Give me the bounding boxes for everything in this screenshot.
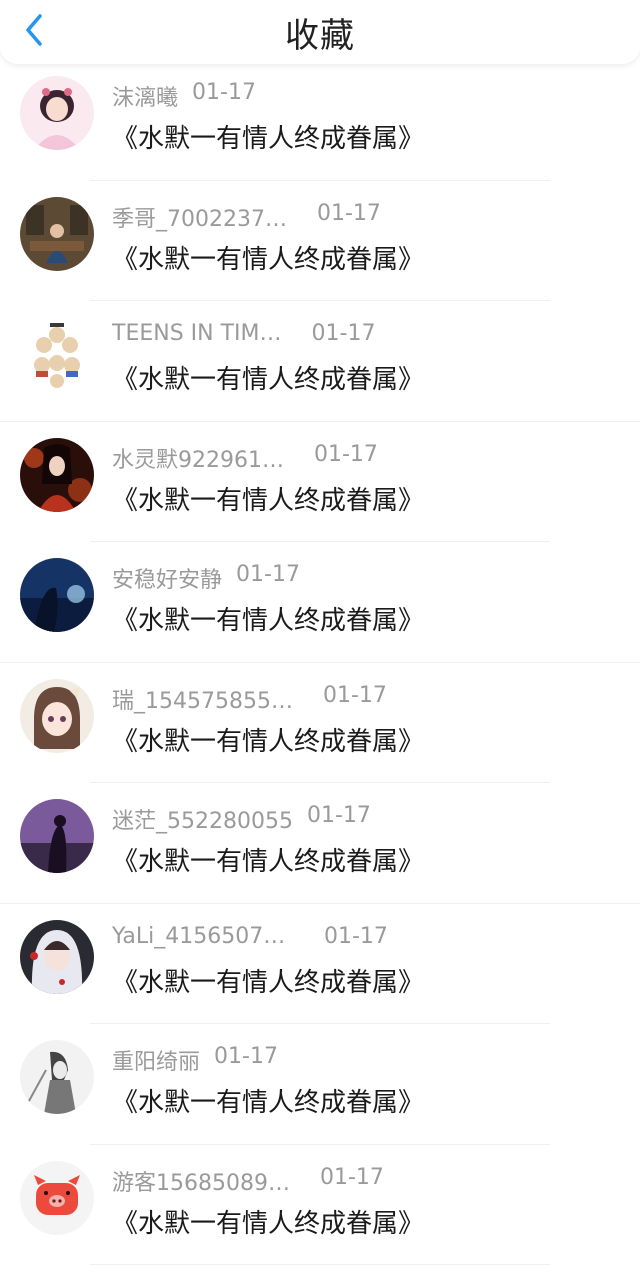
favorites-list: 沫漓曦 01-17 《水默一有情人终成眷属》 季哥_7002237… 01-17 《…	[0, 60, 640, 1265]
item-meta: 沫漓曦 01-17	[112, 80, 256, 111]
item-meta: 季哥_7002237… 01-17	[112, 200, 381, 232]
work-title[interactable]: 《水默一有情人终成眷属》	[112, 1203, 424, 1240]
item-meta: 瑞_154575855… 01-17	[112, 682, 387, 714]
item-date: 01-17	[236, 562, 300, 587]
bride-girl-avatar[interactable]	[20, 919, 94, 994]
work-title[interactable]: 《水默一有情人终成眷属》	[112, 721, 424, 758]
work-title[interactable]: 《水默一有情人终成眷属》	[112, 239, 424, 276]
work-title[interactable]: 《水默一有情人终成眷属》	[112, 118, 424, 155]
user-name: 沫漓曦	[112, 86, 179, 111]
sunset-silhouette-avatar[interactable]	[20, 799, 94, 873]
user-name: TEENS IN TIM…	[112, 321, 282, 346]
list-item[interactable]: 重阳绮丽 01-17 《水默一有情人终成眷属》	[0, 1024, 640, 1145]
list-item[interactable]: 季哥_7002237… 01-17 《水默一有情人终成眷属》	[0, 181, 640, 301]
room-portrait-avatar[interactable]	[20, 196, 94, 271]
top-bar: 收藏	[0, 0, 640, 64]
user-name: 游客15685089…	[112, 1170, 290, 1196]
item-date: 01-17	[316, 200, 381, 226]
user-name: 迷茫_552280055	[112, 809, 293, 834]
work-title[interactable]: 《水默一有情人终成眷属》	[112, 962, 424, 999]
group-cartoon-avatar[interactable]	[20, 317, 94, 391]
item-date: 01-17	[306, 803, 371, 828]
page-title: 收藏	[285, 16, 355, 56]
item-date: 01-17	[313, 441, 378, 467]
night-sky-avatar[interactable]	[20, 558, 94, 632]
divider	[90, 1264, 550, 1265]
list-item[interactable]: 游客15685089… 01-17 《水默一有情人终成眷属》	[0, 1145, 640, 1265]
item-meta: 重阳绮丽 01-17	[112, 1044, 278, 1075]
pig-emoji-avatar[interactable]	[20, 1160, 94, 1235]
list-item[interactable]: 沫漓曦 01-17 《水默一有情人终成眷属》	[0, 60, 640, 181]
red-costume-avatar[interactable]	[20, 437, 94, 512]
item-date: 01-17	[192, 80, 256, 105]
user-name: 季哥_7002237…	[112, 206, 287, 232]
item-date: 01-17	[214, 1044, 278, 1069]
list-item[interactable]: 瑞_154575855… 01-17 《水默一有情人终成眷属》	[0, 663, 640, 783]
item-meta: YaLi_41565077… 01-17	[112, 924, 388, 954]
item-date: 01-17	[322, 682, 387, 708]
work-title[interactable]: 《水默一有情人终成眷属》	[112, 480, 424, 517]
list-item[interactable]: YaLi_41565077… 01-17 《水默一有情人终成眷属》	[0, 904, 640, 1024]
work-title[interactable]: 《水默一有情人终成眷属》	[112, 1082, 424, 1119]
item-meta: 安稳好安静 01-17	[112, 562, 300, 593]
work-title[interactable]: 《水默一有情人终成眷属》	[112, 359, 424, 396]
work-title[interactable]: 《水默一有情人终成眷属》	[112, 600, 424, 637]
item-date: 01-17	[324, 923, 388, 949]
list-item[interactable]: 水灵默922961… 01-17 《水默一有情人终成眷属》	[0, 422, 640, 542]
user-name: 重阳绮丽	[112, 1050, 201, 1075]
user-name: 安稳好安静	[112, 568, 223, 593]
work-title[interactable]: 《水默一有情人终成眷属》	[112, 841, 424, 878]
item-date: 01-17	[311, 321, 376, 346]
item-meta: 水灵默922961… 01-17	[112, 441, 378, 473]
user-name: YaLi_41565077…	[112, 923, 294, 949]
anime-girl-bow-avatar[interactable]	[20, 678, 94, 753]
anime-girl-avatar[interactable]	[20, 76, 94, 150]
item-meta: 游客15685089… 01-17	[112, 1164, 384, 1196]
item-meta: 迷茫_552280055 01-17	[112, 803, 371, 834]
list-item[interactable]: TEENS IN TIM… 01-17 《水默一有情人终成眷属》	[0, 301, 640, 422]
user-name: 水灵默922961…	[112, 447, 284, 473]
sketch-couple-avatar[interactable]	[20, 1040, 94, 1114]
list-item[interactable]: 迷茫_552280055 01-17 《水默一有情人终成眷属》	[0, 783, 640, 904]
list-item[interactable]: 安稳好安静 01-17 《水默一有情人终成眷属》	[0, 542, 640, 663]
item-date: 01-17	[319, 1164, 384, 1190]
user-name: 瑞_154575855…	[112, 688, 293, 714]
item-meta: TEENS IN TIM… 01-17	[112, 321, 375, 351]
